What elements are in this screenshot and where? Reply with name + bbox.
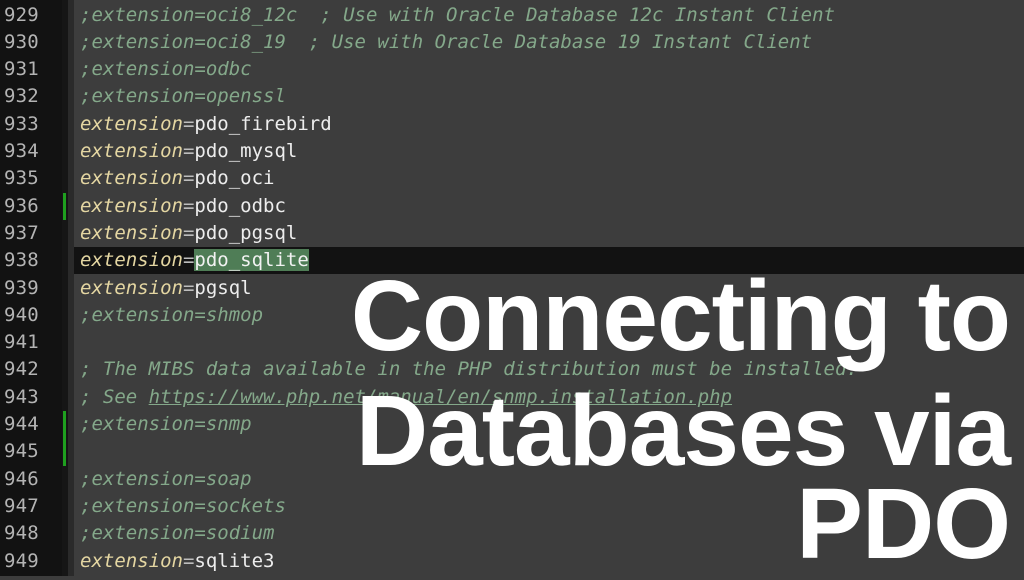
line-number: 940 bbox=[4, 303, 39, 326]
directive-key: extension bbox=[80, 549, 183, 572]
directive-key: extension bbox=[80, 194, 183, 217]
directive-value: pdo_pgsql bbox=[194, 221, 298, 244]
equals-sign: = bbox=[182, 140, 195, 162]
directive-key: extension bbox=[80, 140, 183, 162]
code-line-text[interactable]: extension=pdo_firebird bbox=[74, 111, 1024, 138]
code-line-text[interactable]: ;extension=oci8_19 ; Use with Oracle Dat… bbox=[74, 29, 1024, 56]
comment-text: ;extension=sockets bbox=[80, 494, 286, 517]
directive-key: extension bbox=[80, 249, 183, 272]
line-number: 946 bbox=[4, 467, 39, 490]
line-number: 942 bbox=[4, 358, 39, 381]
code-line-text[interactable]: ;extension=odbc bbox=[74, 56, 1024, 83]
code-line-row: 931 ;extension=odbc bbox=[0, 56, 1024, 83]
code-line-text[interactable]: extension=pdo_pgsql bbox=[74, 220, 1024, 247]
line-number: 934 bbox=[4, 140, 39, 162]
line-number: 937 bbox=[4, 221, 39, 244]
line-number: 929 bbox=[4, 3, 39, 26]
line-number: 938 bbox=[4, 249, 39, 272]
directive-value: pdo_oci bbox=[194, 167, 275, 190]
line-number: 935 bbox=[4, 167, 39, 190]
equals-sign: = bbox=[182, 549, 195, 572]
code-line-text[interactable]: ;extension=openssl bbox=[74, 83, 1024, 110]
code-line-row: 936 extension=pdo_odbc bbox=[0, 192, 1024, 220]
directive-value: pdo_mysql bbox=[194, 140, 298, 162]
line-number: 932 bbox=[4, 85, 39, 108]
title-overlay-line-3: PDO bbox=[796, 468, 1011, 580]
code-line-row: 929 ;extension=oci8_12c ; Use with Oracle… bbox=[0, 2, 1024, 29]
line-number: 948 bbox=[4, 522, 39, 545]
equals-sign: = bbox=[182, 276, 195, 299]
comment-text: ;extension=odbc bbox=[80, 58, 252, 81]
change-marker bbox=[63, 192, 66, 220]
directive-key: extension bbox=[80, 167, 183, 190]
change-marker bbox=[63, 438, 66, 466]
line-number: 945 bbox=[4, 440, 39, 463]
directive-value: pdo_firebird bbox=[194, 112, 332, 135]
comment-text: ;extension=shmop bbox=[80, 303, 264, 326]
comment-text: ;extension=oci8_12c ; Use with Oracle Da… bbox=[80, 3, 835, 26]
line-number: 933 bbox=[4, 112, 39, 135]
line-number: 944 bbox=[4, 413, 39, 435]
code-line-row: 935 extension=pdo_oci bbox=[0, 165, 1024, 192]
equals-sign: = bbox=[182, 221, 195, 244]
line-number: 949 bbox=[4, 549, 39, 572]
code-line-row: 933 extension=pdo_firebird bbox=[0, 111, 1024, 138]
code-line-text[interactable]: ;extension=oci8_12c ; Use with Oracle Da… bbox=[74, 2, 1024, 29]
code-line-row: 937 extension=pdo_pgsql bbox=[0, 220, 1024, 247]
comment-text: ;extension=openssl bbox=[80, 85, 286, 108]
code-line-text[interactable]: extension=pdo_odbc bbox=[74, 193, 1024, 220]
change-marker bbox=[63, 411, 66, 439]
code-line-row: 930 ;extension=oci8_19 ; Use with Oracle … bbox=[0, 29, 1024, 56]
directive-key: extension bbox=[80, 221, 183, 244]
directive-value: pdo_odbc bbox=[194, 194, 286, 217]
comment-text: ;extension=oci8_19 ; Use with Oracle Dat… bbox=[80, 30, 813, 53]
code-line-text[interactable]: extension=pdo_oci bbox=[74, 165, 1024, 192]
directive-value: pgsql bbox=[194, 276, 252, 299]
line-number: 930 bbox=[4, 30, 39, 53]
equals-sign: = bbox=[182, 194, 195, 217]
line-number: 931 bbox=[4, 58, 39, 81]
directive-key: extension bbox=[80, 276, 183, 299]
title-overlay-line-1: Connecting to bbox=[350, 260, 1011, 372]
line-number: 947 bbox=[4, 494, 39, 517]
code-line-text[interactable]: extension=pdo_mysql bbox=[74, 138, 1024, 165]
directive-value: sqlite3 bbox=[194, 549, 275, 572]
code-line-row: 934 extension=pdo_mysql bbox=[0, 138, 1024, 165]
selected-text: pdo_sqlite bbox=[194, 249, 309, 272]
line-number: 939 bbox=[4, 276, 39, 299]
equals-sign: = bbox=[182, 167, 195, 190]
title-overlay-line-2: Databases via bbox=[355, 375, 1011, 487]
equals-sign: = bbox=[182, 249, 195, 272]
comment-text: ; See bbox=[80, 385, 149, 408]
line-number: 936 bbox=[4, 194, 39, 217]
comment-text: ;extension=snmp bbox=[80, 413, 252, 435]
directive-key: extension bbox=[80, 112, 183, 135]
code-line-row: 932 ;extension=openssl bbox=[0, 83, 1024, 110]
line-number: 941 bbox=[4, 331, 39, 354]
equals-sign: = bbox=[182, 112, 195, 135]
comment-text: ;extension=sodium bbox=[80, 522, 275, 545]
line-number: 943 bbox=[4, 385, 39, 408]
comment-text: ;extension=soap bbox=[80, 467, 252, 490]
